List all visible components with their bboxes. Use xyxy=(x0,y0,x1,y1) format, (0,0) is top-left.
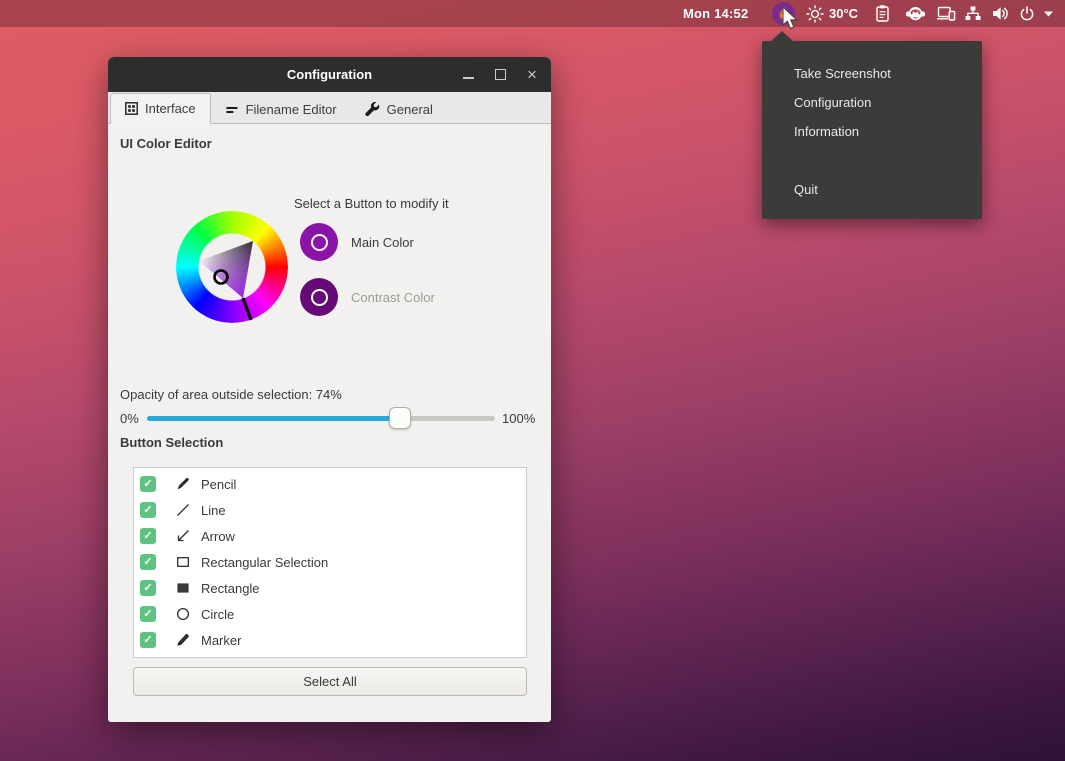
network-icon xyxy=(964,5,982,22)
clock[interactable]: Mon 14:52 xyxy=(683,0,748,27)
main-color-label: Main Color xyxy=(351,235,414,250)
list-item-line[interactable]: Line xyxy=(134,497,526,523)
main-color-row: Main Color xyxy=(300,223,414,261)
weather-indicator[interactable]: 30°C xyxy=(806,0,858,27)
volume-icon xyxy=(991,5,1010,22)
mouse-cursor xyxy=(782,6,801,37)
chevron-down-icon xyxy=(1044,11,1053,17)
tool-label: Rectangular Selection xyxy=(201,555,328,570)
checkbox-checked[interactable] xyxy=(140,632,156,648)
rect-selection-icon xyxy=(175,554,191,570)
slider-min-label: 0% xyxy=(120,411,139,426)
checkbox-checked[interactable] xyxy=(140,606,156,622)
interface-grid-icon xyxy=(125,102,138,115)
checkbox-checked[interactable] xyxy=(140,554,156,570)
slider-fill xyxy=(147,416,400,421)
menu-item-quit[interactable]: Quit xyxy=(762,175,982,204)
main-color-button[interactable] xyxy=(300,223,338,261)
rectangle-icon xyxy=(175,580,191,596)
menu-item-take-screenshot[interactable]: Take Screenshot xyxy=(762,59,982,88)
menu-item-configuration[interactable]: Configuration xyxy=(762,88,982,117)
hue-marker[interactable] xyxy=(243,298,251,320)
network-tray-icon[interactable] xyxy=(964,0,982,27)
ui-color-editor-title: UI Color Editor xyxy=(120,136,212,151)
tool-label: Marker xyxy=(201,633,241,648)
arrow-icon xyxy=(175,528,191,544)
tab-interface-label: Interface xyxy=(145,101,196,116)
picker-hint: Select a Button to modify it xyxy=(294,196,449,211)
circle-ring-icon xyxy=(311,289,328,306)
clipboard-icon xyxy=(874,4,891,23)
volume-tray-icon[interactable] xyxy=(991,0,1010,27)
tool-label: Rectangle xyxy=(201,581,260,596)
select-all-button[interactable]: Select All xyxy=(133,667,527,696)
monkey-icon xyxy=(905,5,926,23)
tool-label: Pencil xyxy=(201,477,236,492)
slider-handle[interactable] xyxy=(389,407,411,429)
list-item-rectangle[interactable]: Rectangle xyxy=(134,575,526,601)
checkbox-checked[interactable] xyxy=(140,580,156,596)
button-selection-list[interactable]: Pencil Line Arrow Rectangula xyxy=(133,467,527,658)
temperature-label: 30°C xyxy=(829,6,858,21)
devices-icon xyxy=(936,5,957,22)
flameshot-tray-menu: Take Screenshot Configuration Informatio… xyxy=(762,41,982,219)
minimize-icon xyxy=(463,70,474,79)
slider-max-label: 100% xyxy=(502,411,535,426)
titlebar[interactable]: Configuration × xyxy=(108,57,551,92)
checkbox-checked[interactable] xyxy=(140,502,156,518)
list-item-rectangular-selection[interactable]: Rectangular Selection xyxy=(134,549,526,575)
marker-icon xyxy=(175,632,191,648)
tab-general[interactable]: General xyxy=(351,95,447,123)
opacity-slider[interactable] xyxy=(147,416,495,421)
contrast-color-button[interactable] xyxy=(300,278,338,316)
monkey-tray-icon[interactable] xyxy=(905,0,926,27)
configuration-window: Configuration × Interface xyxy=(108,57,551,722)
tab-general-label: General xyxy=(387,102,433,117)
maximize-icon xyxy=(495,69,506,80)
tool-label: Line xyxy=(201,503,226,518)
minimize-button[interactable] xyxy=(459,66,477,84)
menu-item-information[interactable]: Information xyxy=(762,117,982,146)
panel-chevron[interactable] xyxy=(1044,0,1053,27)
line-icon xyxy=(175,502,191,518)
tool-label: Circle xyxy=(201,607,234,622)
power-tray-icon[interactable] xyxy=(1018,0,1036,27)
tool-label: Arrow xyxy=(201,529,235,544)
checkbox-checked[interactable] xyxy=(140,476,156,492)
tab-interface[interactable]: Interface xyxy=(110,93,211,124)
select-all-label: Select All xyxy=(303,674,356,689)
opacity-label: Opacity of area outside selection: 74% xyxy=(120,387,342,402)
list-item-arrow[interactable]: Arrow xyxy=(134,523,526,549)
power-icon xyxy=(1018,5,1036,23)
hsv-triangle[interactable] xyxy=(176,211,288,323)
window-controls: × xyxy=(459,57,541,92)
maximize-button[interactable] xyxy=(491,66,509,84)
list-item-partial[interactable] xyxy=(134,653,526,658)
close-icon: × xyxy=(527,66,537,83)
close-button[interactable]: × xyxy=(523,66,541,84)
devices-tray-icon[interactable] xyxy=(936,0,957,27)
circle-ring-icon xyxy=(311,234,328,251)
contrast-color-label: Contrast Color xyxy=(351,290,435,305)
tab-bar: Interface Filename Editor General xyxy=(108,92,551,124)
color-wheel[interactable] xyxy=(176,211,288,323)
filename-lines-icon xyxy=(225,103,239,116)
list-item-circle[interactable]: Circle xyxy=(134,601,526,627)
tab-filename-editor[interactable]: Filename Editor xyxy=(211,95,351,123)
contrast-color-row: Contrast Color xyxy=(300,278,435,316)
top-panel: Mon 14:52 30°C xyxy=(0,0,1065,27)
circle-icon xyxy=(175,606,191,622)
list-item-pencil[interactable]: Pencil xyxy=(134,471,526,497)
wrench-icon xyxy=(365,102,380,117)
weather-sun-icon xyxy=(806,5,824,23)
button-selection-title: Button Selection xyxy=(120,435,223,450)
checkbox-checked[interactable] xyxy=(140,528,156,544)
tab-filename-editor-label: Filename Editor xyxy=(246,102,337,117)
clipboard-tray-icon[interactable] xyxy=(874,0,891,27)
pencil-icon xyxy=(175,476,191,492)
list-item-marker[interactable]: Marker xyxy=(134,627,526,653)
window-title: Configuration xyxy=(287,67,372,82)
